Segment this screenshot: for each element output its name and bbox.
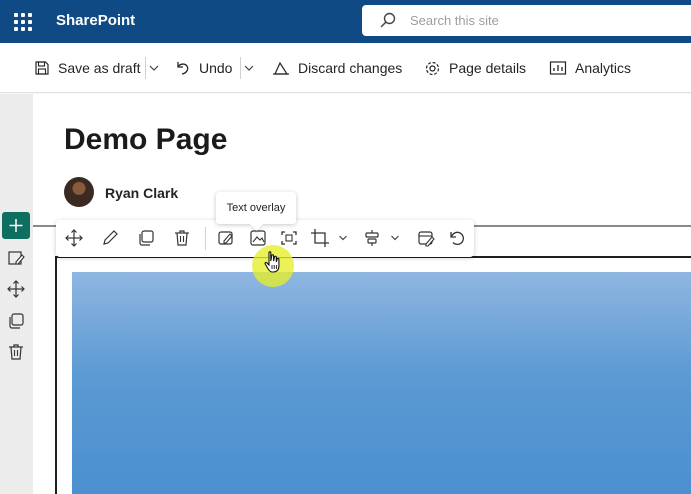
chevron-down-icon[interactable] <box>390 233 400 243</box>
webpart-image[interactable] <box>72 272 691 494</box>
command-bar: Save as draft Undo Discard changes Page … <box>0 43 691 93</box>
hand-cursor-icon <box>264 251 280 273</box>
tooltip: Text overlay <box>216 192 296 224</box>
save-as-draft-label: Save as draft <box>58 60 141 76</box>
crop-ratio-icon[interactable] <box>279 228 299 248</box>
tooltip-text: Text overlay <box>226 202 286 214</box>
undo-button[interactable]: Undo <box>174 43 232 93</box>
discard-changes-label: Discard changes <box>298 60 403 76</box>
search-icon <box>380 12 396 28</box>
divider <box>240 57 241 79</box>
avatar <box>64 177 94 207</box>
add-section-button[interactable] <box>2 212 30 239</box>
edit-details-icon[interactable] <box>416 228 436 248</box>
save-as-draft-button[interactable]: Save as draft <box>34 43 141 93</box>
add-section-icon <box>9 219 23 232</box>
save-icon <box>35 61 49 75</box>
duplicate-section-icon[interactable] <box>6 311 26 331</box>
suite-bar: SharePoint Search this site <box>0 0 691 43</box>
author-name[interactable]: Ryan Clark <box>105 185 178 201</box>
page-details-label: Page details <box>449 60 527 76</box>
delete-icon[interactable] <box>172 228 192 248</box>
search-box[interactable]: Search this site <box>362 5 691 36</box>
text-overlay-icon[interactable] <box>248 228 268 248</box>
duplicate-icon[interactable] <box>136 228 156 248</box>
crop-icon[interactable] <box>310 228 330 248</box>
edit-icon[interactable] <box>100 228 120 248</box>
analytics-button[interactable]: Analytics <box>549 43 631 93</box>
app-name[interactable]: SharePoint <box>56 12 135 29</box>
page-details-button[interactable]: Page details <box>424 43 526 93</box>
move-icon[interactable] <box>64 228 84 248</box>
chevron-down-icon[interactable] <box>147 60 161 76</box>
image-edit-icon[interactable] <box>216 228 236 248</box>
analytics-label: Analytics <box>575 60 632 76</box>
edit-section-icon[interactable] <box>6 248 26 268</box>
move-section-icon[interactable] <box>6 279 26 299</box>
discard-icon <box>273 61 289 75</box>
undo-label: Undo <box>199 60 233 76</box>
undo-icon <box>177 62 189 75</box>
chevron-down-icon[interactable] <box>242 60 256 76</box>
divider <box>145 57 146 79</box>
gear-icon <box>425 61 440 75</box>
page-title[interactable]: Demo Page <box>64 123 227 157</box>
divider <box>205 227 206 250</box>
chevron-down-icon[interactable] <box>338 233 348 243</box>
align-icon[interactable] <box>362 228 382 248</box>
reset-icon[interactable] <box>447 228 467 248</box>
discard-changes-button[interactable]: Discard changes <box>272 43 402 93</box>
analytics-icon <box>549 61 567 75</box>
search-placeholder[interactable]: Search this site <box>410 13 499 28</box>
delete-section-icon[interactable] <box>6 342 26 362</box>
app-launcher-icon[interactable] <box>14 13 32 31</box>
